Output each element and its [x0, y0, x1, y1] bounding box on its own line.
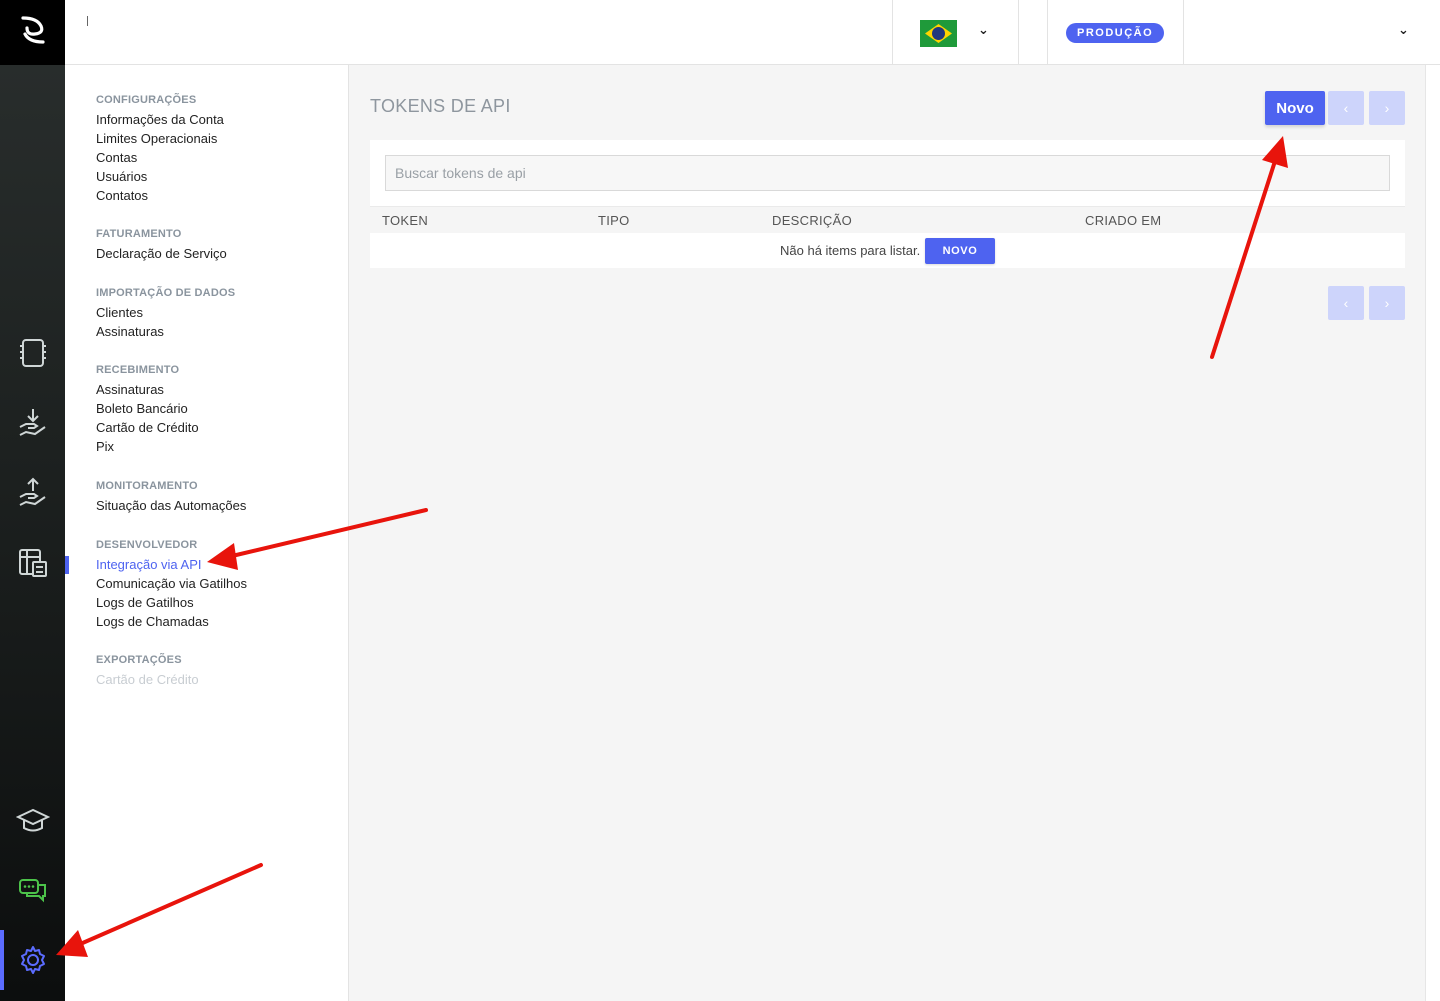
app-logo-icon [17, 14, 49, 51]
sidebar-item-declaracao-de-servico[interactable]: Declaração de Serviço [96, 244, 227, 263]
table-header: TOKEN TIPO DESCRIÇÃO CRIADO EM [370, 206, 1405, 233]
rail-active-indicator [0, 930, 4, 990]
sidebar-item-logs-de-gatilhos[interactable]: Logs de Gatilhos [96, 593, 247, 612]
section-title: DESENVOLVEDOR [96, 539, 198, 551]
scrollbar-track[interactable] [1425, 65, 1440, 1001]
sidebar-item-informacoes-da-conta[interactable]: Informações da Conta [96, 110, 224, 129]
section-title: MONITORAMENTO [96, 480, 198, 492]
sidebar-section-monitoramento: MONITORAMENTO Situação das Automações [96, 477, 246, 515]
prev-page-button-bottom[interactable]: ‹ [1328, 286, 1364, 320]
section-title: IMPORTAÇÃO DE DADOS [96, 287, 236, 299]
settings-sidebar: CONFIGURAÇÕES Informações da Conta Limit… [65, 65, 349, 1001]
sidebar-section-faturamento: FATURAMENTO Declaração de Serviço [96, 225, 227, 263]
sidebar-item-cartao-de-credito-export: Cartão de Crédito [96, 672, 199, 687]
send-money-icon[interactable] [16, 476, 50, 510]
brazil-flag-icon[interactable] [920, 20, 957, 47]
new-token-button[interactable]: Novo [1265, 91, 1325, 125]
next-page-button-bottom[interactable]: › [1369, 286, 1405, 320]
sidebar-section-desenvolvedor: DESENVOLVEDOR Integração via API Comunic… [96, 536, 247, 631]
sidebar-section-importacao: IMPORTAÇÃO DE DADOS Clientes Assinaturas [96, 284, 235, 341]
country-chevron-down-icon[interactable]: ⌄ [978, 22, 989, 38]
sidebar-item-boleto-bancario[interactable]: Boleto Bancário [96, 399, 199, 418]
app-rail [0, 0, 65, 1001]
header-divider [1047, 0, 1048, 64]
search-input[interactable] [385, 155, 1390, 191]
sidebar-item-comunicacao-via-gatilhos[interactable]: Comunicação via Gatilhos [96, 574, 247, 593]
gear-icon[interactable] [16, 943, 50, 977]
spreadsheet-calculator-icon[interactable] [16, 546, 50, 580]
prev-page-button[interactable]: ‹ [1328, 91, 1364, 125]
column-header-criado-em[interactable]: CRIADO EM [1085, 207, 1161, 234]
sidebar-section-configuracoes: CONFIGURAÇÕES Informações da Conta Limit… [96, 91, 224, 205]
account-chevron-down-icon[interactable]: ⌄ [1398, 22, 1409, 38]
section-title: EXPORTAÇÕES [96, 654, 182, 666]
chat-icon[interactable] [16, 874, 50, 908]
header-divider [1183, 0, 1184, 64]
sidebar-item-pix[interactable]: Pix [96, 437, 199, 456]
column-header-tipo[interactable]: TIPO [598, 207, 630, 234]
active-item-marker [65, 556, 69, 574]
app-logo[interactable] [0, 0, 65, 65]
tokens-table-card: TOKEN TIPO DESCRIÇÃO CRIADO EM Não há it… [370, 140, 1405, 268]
sidebar-item-limites-operacionais[interactable]: Limites Operacionais [96, 129, 224, 148]
column-header-descricao[interactable]: DESCRIÇÃO [772, 207, 852, 234]
next-page-button[interactable]: › [1369, 91, 1405, 125]
sidebar-item-integracao-via-api[interactable]: Integração via API [96, 555, 247, 574]
column-header-token[interactable]: TOKEN [382, 207, 428, 234]
section-title: FATURAMENTO [96, 228, 182, 240]
main-content: TOKENS DE API Novo ‹ › TOKEN TIPO DESCRI… [350, 65, 1425, 1001]
sidebar-item-assinaturas-import[interactable]: Assinaturas [96, 322, 235, 341]
empty-state-message: Não há items para listar. [780, 243, 921, 258]
text-cursor [87, 16, 88, 26]
sidebar-item-situacao-das-automacoes[interactable]: Situação das Automações [96, 496, 246, 515]
sidebar-item-usuarios[interactable]: Usuários [96, 167, 224, 186]
sidebar-item-logs-de-chamadas[interactable]: Logs de Chamadas [96, 612, 247, 631]
sidebar-item-contas[interactable]: Contas [96, 148, 224, 167]
receive-money-icon[interactable] [16, 406, 50, 440]
environment-badge[interactable]: PRODUÇÃO [1066, 23, 1165, 43]
sidebar-section-recebimento: RECEBIMENTO Assinaturas Boleto Bancário … [96, 361, 199, 456]
catalog-icon[interactable] [16, 336, 50, 370]
section-title: CONFIGURAÇÕES [96, 94, 197, 106]
header-divider [892, 0, 893, 64]
section-title: RECEBIMENTO [96, 364, 180, 376]
sidebar-section-exportacoes: EXPORTAÇÕES Cartão de Crédito [96, 651, 199, 689]
top-header: ⌄ PRODUÇÃO ⌄ [65, 0, 1440, 65]
sidebar-item-contatos[interactable]: Contatos [96, 186, 224, 205]
empty-state-row: Não há items para listar. NOVO [370, 233, 1405, 268]
empty-new-button[interactable]: NOVO [925, 238, 995, 264]
sidebar-item-clientes[interactable]: Clientes [96, 303, 235, 322]
sidebar-item-cartao-de-credito[interactable]: Cartão de Crédito [96, 418, 199, 437]
header-divider [1018, 0, 1019, 64]
graduation-cap-icon[interactable] [16, 804, 50, 838]
sidebar-item-assinaturas[interactable]: Assinaturas [96, 380, 199, 399]
page-title: TOKENS DE API [370, 96, 511, 116]
